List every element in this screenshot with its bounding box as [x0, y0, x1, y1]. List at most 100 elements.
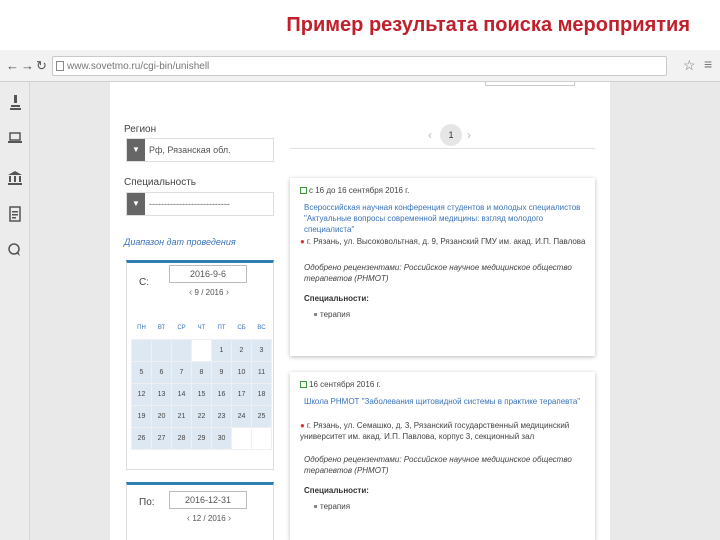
calendar-day[interactable]: 5 [131, 360, 152, 384]
chevron-right-icon[interactable]: › [226, 287, 229, 298]
specialty-item-text: терапия [320, 502, 351, 511]
calendar-day[interactable]: 6 [151, 360, 172, 384]
event-card[interactable]: с 16 до 16 сентября 2016 г. Всероссийска… [290, 178, 595, 356]
weekday-header: ПН [131, 317, 152, 339]
month-nav: ‹ 12 / 2016 › [169, 513, 249, 524]
calendar-day[interactable]: 3 [251, 338, 272, 362]
browser-toolbar: ← → ↻ www.sovetmo.ru/cgi-bin/unishell ☆ … [0, 50, 720, 82]
browser-window: ← → ↻ www.sovetmo.ru/cgi-bin/unishell ☆ … [0, 50, 720, 540]
chat-icon[interactable] [7, 242, 23, 258]
calendar-day[interactable]: 30 [211, 426, 232, 450]
chevron-down-icon: ▼ [127, 193, 145, 215]
laptop-icon[interactable] [7, 130, 23, 146]
event-address-text: г. Рязань, ул. Семашко, д. 3, Рязанский … [300, 421, 570, 441]
month-label: 12 / 2016 [192, 514, 226, 523]
institution-icon[interactable] [7, 170, 23, 186]
calendar-day[interactable]: 11 [251, 360, 272, 384]
region-label: Регион [124, 124, 157, 135]
from-label: С: [139, 277, 149, 288]
specialty-select[interactable]: ▼ --------------------------- [126, 192, 274, 216]
chevron-right-icon[interactable]: › [228, 513, 231, 524]
page-number[interactable]: 1 [440, 124, 462, 146]
date-from-input[interactable]: 2016-9-6 [169, 265, 247, 283]
month-label: 9 / 2016 [194, 288, 224, 297]
calendar-day[interactable]: 10 [231, 360, 252, 384]
calendar-day[interactable]: 29 [191, 426, 212, 450]
specialty-value: --------------------------- [149, 199, 230, 209]
calendar-day[interactable]: 23 [211, 404, 232, 428]
date-range-label: Диапазон дат проведения [124, 237, 236, 247]
calendar-day[interactable]: 1 [211, 338, 232, 362]
event-address-text: г. Рязань, ул. Высоковольтная, д. 9, Ряз… [306, 237, 586, 246]
reload-icon[interactable]: ↻ [36, 58, 47, 74]
calendar-day[interactable]: 24 [231, 404, 252, 428]
calendar-day[interactable]: 8 [191, 360, 212, 384]
chevron-left-icon[interactable]: ‹ [187, 513, 190, 524]
event-date: с 16 до 16 сентября 2016 г. [300, 186, 409, 195]
calendar-day [231, 426, 252, 450]
weekday-header: ВТ [151, 317, 172, 339]
specialty-item: терапия [314, 310, 350, 319]
divider [290, 148, 595, 149]
calendar-day[interactable]: 20 [151, 404, 172, 428]
calendar-day[interactable]: 28 [171, 426, 192, 450]
event-date-text: с 16 до 16 сентября 2016 г. [309, 186, 410, 195]
map-pin-icon: ● [300, 237, 305, 246]
calendar-day [251, 426, 272, 450]
event-card[interactable]: 16 сентября 2016 г. Школа РНМОТ "Заболев… [290, 372, 595, 540]
back-icon[interactable]: ← [6, 58, 19, 73]
calendar-day [191, 338, 212, 362]
calendar-day[interactable]: 7 [171, 360, 192, 384]
calendar-day[interactable]: 2 [231, 338, 252, 362]
calendar-day[interactable]: 22 [191, 404, 212, 428]
app-sidebar [0, 82, 30, 540]
calendar-day[interactable]: 21 [171, 404, 192, 428]
map-pin-icon: ● [300, 421, 305, 430]
event-title[interactable]: Школа РНМОТ "Заболевания щитовидной сист… [304, 396, 589, 407]
menu-icon[interactable]: ≡ [704, 56, 712, 72]
top-select[interactable] [485, 82, 575, 86]
calendar-day[interactable]: 15 [191, 382, 212, 406]
calendar-day [131, 338, 152, 362]
chevron-right-icon[interactable]: › [467, 128, 471, 142]
microscope-icon[interactable] [7, 94, 23, 110]
event-title[interactable]: Всероссийская научная конференция студен… [304, 202, 589, 235]
calendar-day[interactable]: 12 [131, 382, 152, 406]
calendar-day[interactable]: 9 [211, 360, 232, 384]
address-bar[interactable]: www.sovetmo.ru/cgi-bin/unishell [52, 56, 667, 76]
calendar-day[interactable]: 17 [231, 382, 252, 406]
calendar-day[interactable]: 18 [251, 382, 272, 406]
forward-icon[interactable]: → [21, 58, 34, 73]
star-icon[interactable]: ☆ [683, 57, 696, 74]
document-icon[interactable] [7, 206, 23, 222]
calendar-grid: ПН ВТ СР ЧТ ПТ СБ ВС 1 2 3 5 6 7 8 9 10 … [131, 317, 272, 450]
event-address: ● г. Рязань, ул. Высоковольтная, д. 9, Ря… [300, 236, 590, 247]
calendar-icon [300, 381, 307, 388]
region-select[interactable]: ▼ Рф, Рязанская обл. [126, 138, 274, 162]
calendar-day[interactable]: 25 [251, 404, 272, 428]
chevron-left-icon[interactable]: ‹ [189, 287, 192, 298]
calendar-day [171, 338, 192, 362]
event-date-text: 16 сентября 2016 г. [309, 380, 381, 389]
calendar-day[interactable]: 13 [151, 382, 172, 406]
calendar-day[interactable]: 19 [131, 404, 152, 428]
date-to-calendar: По: 2016-12-31 ‹ 12 / 2016 › [126, 482, 274, 540]
calendar-day[interactable]: 14 [171, 382, 192, 406]
event-reviewers: Одобрено рецензентами: Российское научно… [304, 263, 572, 283]
specialty-item: терапия [314, 502, 350, 511]
weekday-header: ВС [251, 317, 272, 339]
event-date: 16 сентября 2016 г. [300, 380, 381, 389]
date-to-input[interactable]: 2016-12-31 [169, 491, 247, 509]
calendar-day[interactable]: 16 [211, 382, 232, 406]
weekday-header: ЧТ [191, 317, 212, 339]
event-address: ● г. Рязань, ул. Семашко, д. 3, Рязанский… [300, 420, 590, 442]
specialty-item-text: терапия [320, 310, 351, 319]
chevron-left-icon[interactable]: ‹ [428, 128, 432, 142]
calendar-day[interactable]: 26 [131, 426, 152, 450]
event-reviewers: Одобрено рецензентами: Российское научно… [304, 455, 572, 475]
chevron-down-icon: ▼ [127, 139, 145, 161]
calendar-day[interactable]: 27 [151, 426, 172, 450]
main-content: Регион ▼ Рф, Рязанская обл. Специальност… [110, 82, 610, 540]
specialties-label: Специальности: [304, 294, 369, 303]
calendar-icon [300, 187, 307, 194]
